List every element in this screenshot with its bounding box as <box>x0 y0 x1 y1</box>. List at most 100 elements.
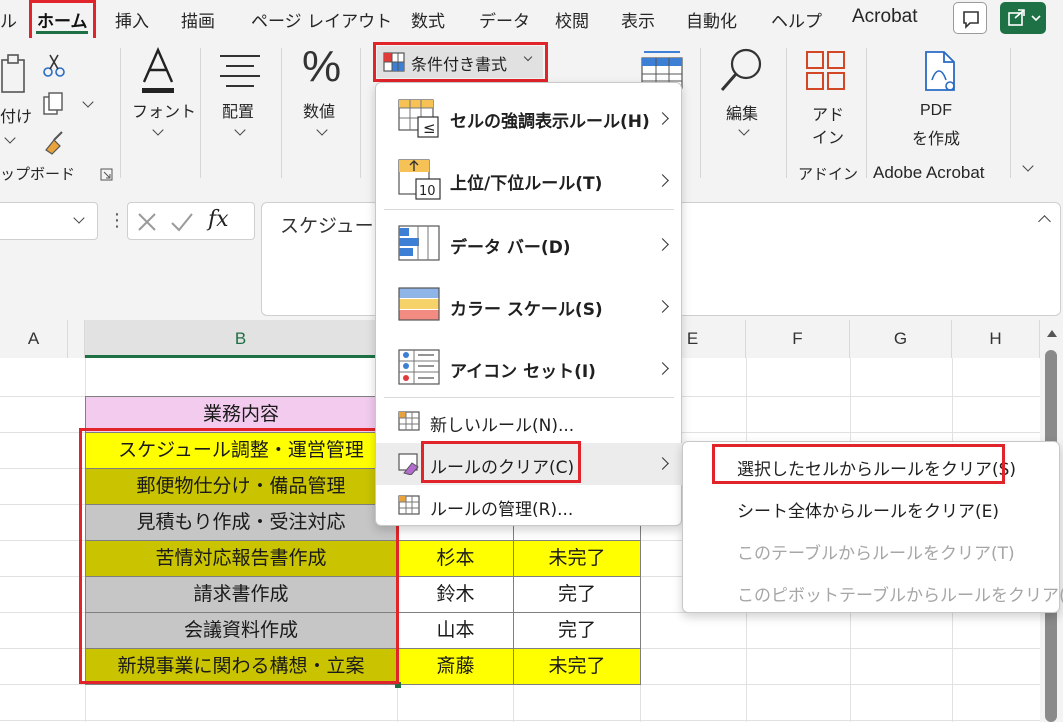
column-header-g[interactable]: G <box>850 320 952 358</box>
formula-buttons: fx <box>127 202 255 240</box>
alignment-dropdown-icon[interactable] <box>234 124 246 136</box>
menu-item-icon-sets[interactable]: アイコン セット(I) <box>376 337 682 399</box>
person-cell[interactable]: 山本 <box>397 612 514 649</box>
highlight-cells-rules-icon: ≤ <box>398 99 439 138</box>
tab-data[interactable]: データ <box>479 7 530 32</box>
format-painter-icon[interactable] <box>40 128 68 156</box>
create-pdf-label-2[interactable]: を作成 <box>912 125 960 149</box>
svg-text:≤: ≤ <box>423 119 436 137</box>
column-header-h[interactable]: H <box>952 320 1040 358</box>
name-box[interactable] <box>0 202 98 240</box>
font-label[interactable]: フォント <box>132 98 196 122</box>
conditional-formatting-highlight <box>373 42 548 82</box>
tab-automate[interactable]: 自動化 <box>686 7 737 32</box>
column-header-a[interactable]: A <box>0 320 68 358</box>
percent-icon[interactable]: % <box>302 42 341 92</box>
tab-page-layout[interactable]: ページ レイアウト <box>251 7 392 32</box>
tab-formulas[interactable]: 数式 <box>411 7 445 32</box>
search-icon[interactable] <box>718 46 766 94</box>
number-dropdown-icon[interactable] <box>316 124 328 136</box>
font-dropdown-icon[interactable] <box>152 124 164 136</box>
menu-item-data-bars[interactable]: データ バー(D) <box>376 213 682 275</box>
column-header-b[interactable]: B <box>85 320 397 358</box>
menu-item-label: 新しいルール(N)... <box>430 416 575 436</box>
paste-dropdown-icon[interactable] <box>4 132 16 144</box>
share-button[interactable] <box>1000 2 1046 34</box>
cancel-icon[interactable] <box>136 211 158 233</box>
person-cell[interactable]: 鈴木 <box>397 576 514 613</box>
font-icon[interactable] <box>138 46 178 96</box>
ribbon-collapse-icon[interactable] <box>1022 160 1034 172</box>
tab-insert[interactable]: 挿入 <box>115 7 149 32</box>
share-icon <box>1008 9 1041 26</box>
addins-label-2[interactable]: イン <box>812 124 844 148</box>
tab-draw[interactable]: 描画 <box>181 7 215 32</box>
paste-icon[interactable] <box>0 50 30 100</box>
clipboard-group-label: ップボード <box>0 165 76 183</box>
insert-function-icon[interactable]: fx <box>208 207 229 232</box>
menu-item-new-rule[interactable]: 新しいルール(N)... <box>376 401 682 443</box>
edit-label[interactable]: 編集 <box>726 100 758 124</box>
data-bars-icon <box>398 225 440 261</box>
person-cell[interactable]: 杉本 <box>397 540 514 577</box>
name-box-dropdown-icon[interactable] <box>73 212 85 224</box>
person-cell[interactable]: 斎藤 <box>397 648 514 685</box>
scissors-icon[interactable] <box>40 52 68 80</box>
enter-check-icon[interactable] <box>170 211 194 233</box>
tab-acrobat[interactable]: Acrobat <box>852 6 917 28</box>
dialog-launcher-icon[interactable] <box>100 168 114 182</box>
menu-item-color-scales[interactable]: カラー スケール(S) <box>376 275 682 337</box>
menu-item-label: ルールの管理(R)... <box>430 500 574 520</box>
comment-icon <box>963 11 979 29</box>
submenu-clear-this-table: このテーブルからルールをクリア(T) <box>683 530 1061 570</box>
number-label[interactable]: 数値 <box>303 98 335 122</box>
clear-rules-highlight <box>421 441 581 483</box>
status-cell[interactable]: 未完了 <box>513 540 641 577</box>
home-tab-highlight <box>29 0 96 41</box>
copy-dropdown-icon[interactable] <box>82 96 94 108</box>
formula-bar-grip-icon[interactable]: ⋮ <box>108 210 126 231</box>
status-cell[interactable]: 未完了 <box>513 648 641 685</box>
formula-collapse-icon[interactable] <box>1038 215 1051 228</box>
submenu-clear-entire-sheet[interactable]: シート全体からルールをクリア(E) <box>683 488 1061 528</box>
create-pdf-label-1[interactable]: PDF <box>920 102 952 120</box>
addins-label-1[interactable]: アド <box>812 101 844 125</box>
color-scales-icon <box>398 287 440 321</box>
menu-bar: ル ホーム 挿入 描画 ページ レイアウト 数式 データ 校閲 表示 自動化 ヘ… <box>0 0 1063 38</box>
alignment-label[interactable]: 配置 <box>222 98 254 122</box>
menu-item-manage-rules[interactable]: ルールの管理(R)... <box>376 485 682 527</box>
formula-content: スケジュー <box>280 215 374 237</box>
addins-icon[interactable] <box>805 50 847 92</box>
submenu-clear-pivot-table: このピボットテーブルからルールをクリア(P) <box>683 572 1063 612</box>
scroll-up-icon[interactable] <box>1047 330 1057 337</box>
status-cell[interactable]: 完了 <box>513 612 641 649</box>
tab-help[interactable]: ヘルプ <box>771 7 822 32</box>
icon-sets-icon <box>398 349 440 385</box>
paste-label[interactable]: 付け <box>0 103 32 127</box>
tab-file-partial[interactable]: ル <box>0 7 17 32</box>
tab-view[interactable]: 表示 <box>621 7 655 32</box>
menu-item-label: カラー スケール(S) <box>450 300 603 320</box>
top-bottom-rules-icon: 10 <box>398 159 441 200</box>
menu-item-label: アイコン セット(I) <box>450 362 596 382</box>
column-header-f[interactable]: F <box>746 320 850 358</box>
tab-review[interactable]: 校閲 <box>555 7 589 32</box>
edit-dropdown-icon[interactable] <box>738 124 750 136</box>
new-rule-icon <box>398 411 420 431</box>
menu-item-label: 上位/下位ルール(T) <box>450 174 603 194</box>
submenu-arrow-icon <box>656 300 669 313</box>
align-icon[interactable] <box>218 52 262 88</box>
submenu-arrow-icon <box>656 457 669 470</box>
create-pdf-icon[interactable] <box>920 50 960 94</box>
status-cell[interactable]: 完了 <box>513 576 641 613</box>
menu-item-highlight-cells-rules[interactable]: ≤ セルの強調表示ルール(H) <box>376 87 682 149</box>
submenu-arrow-icon <box>656 174 669 187</box>
menu-item-label: セルの強調表示ルール(H) <box>450 112 650 132</box>
menu-item-top-bottom-rules[interactable]: 10 上位/下位ルール(T) <box>376 149 682 211</box>
submenu-arrow-icon <box>656 112 669 125</box>
acrobat-group-label: Adobe Acrobat <box>873 163 985 182</box>
comments-button[interactable] <box>953 2 987 34</box>
submenu-item-label: このピボットテーブルからルールをクリア(P) <box>737 586 1063 606</box>
svg-text:10: 10 <box>419 184 436 199</box>
copy-icon[interactable] <box>40 90 68 118</box>
